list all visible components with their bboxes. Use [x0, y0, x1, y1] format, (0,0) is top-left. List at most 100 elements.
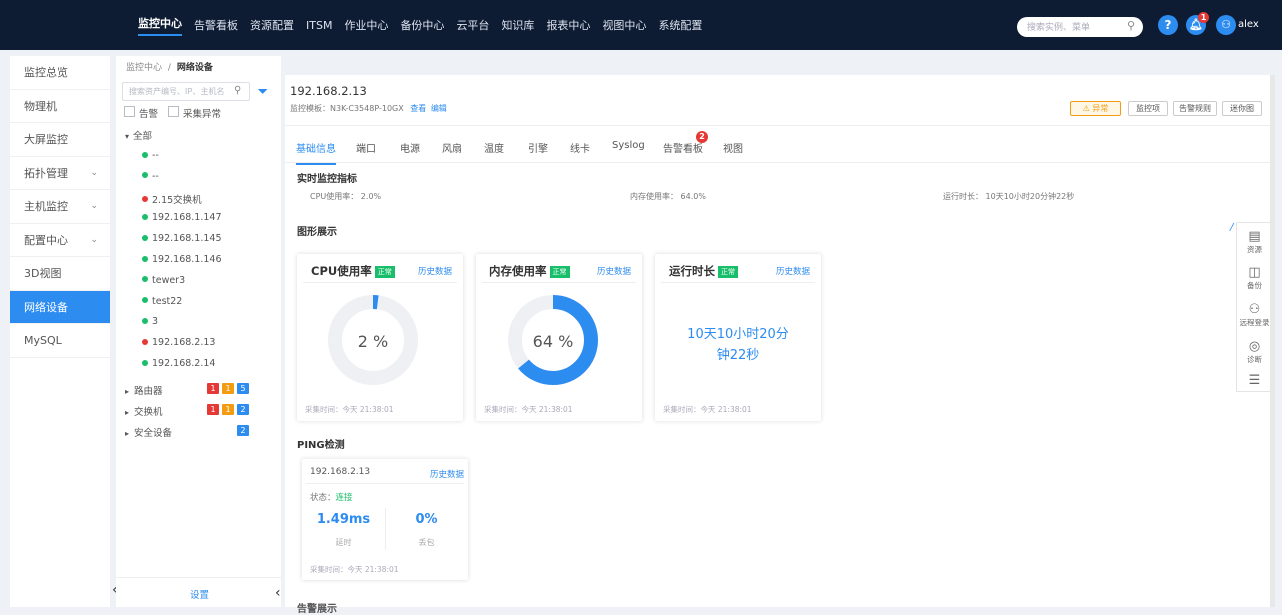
tree-node[interactable]: 192.168.2.14	[142, 358, 215, 369]
tree-group[interactable]: ▸ 安全设备	[125, 425, 172, 439]
menu-item-config[interactable]: 配置中心 ⌄	[10, 224, 110, 257]
backup-tool[interactable]: ◫ 备份	[1237, 265, 1272, 291]
caret-right-icon: ▸	[125, 408, 130, 417]
tree-group-label: 路由器	[134, 386, 163, 397]
collect-error-checkbox[interactable]	[168, 106, 179, 117]
menu-item-topology[interactable]: 拓扑管理 ⌄	[10, 157, 110, 190]
tab-linecard[interactable]: 线卡	[570, 140, 590, 155]
tab-alarm-board[interactable]: 告警看板	[663, 140, 703, 155]
edit-icon[interactable]: /	[1230, 222, 1233, 233]
tree-group[interactable]: ▸ 路由器	[125, 383, 163, 397]
mini-map-button[interactable]: 迷你图	[1222, 101, 1262, 116]
tab-fan[interactable]: 风扇	[442, 140, 462, 155]
alarm-rules-button[interactable]: 告警规则	[1173, 101, 1217, 116]
username[interactable]: alex	[1238, 19, 1259, 30]
status-dot	[142, 338, 148, 345]
tree-node[interactable]: 2.15交换机	[142, 192, 202, 206]
tab-syslog[interactable]: Syslog	[612, 140, 645, 151]
tree-root[interactable]: ▾ 全部	[125, 128, 152, 142]
tab-power[interactable]: 电源	[400, 140, 420, 155]
mem-footer: 采集时间：今天 21:38:01	[484, 405, 573, 414]
tab-view[interactable]: 视图	[723, 140, 743, 155]
resource-tool[interactable]: ▤ 资源	[1237, 229, 1272, 255]
tree-node[interactable]: 192.168.2.13	[142, 337, 215, 348]
breadcrumb-root[interactable]: 监控中心	[126, 63, 162, 73]
tree-node-label: 192.168.2.13	[152, 337, 216, 349]
backup-label: 备份	[1247, 281, 1262, 290]
tab-temperature[interactable]: 温度	[484, 140, 504, 155]
alarm-tab-badge: 2	[696, 131, 708, 143]
realtime-cpu: CPU使用率： 2.0%	[310, 192, 382, 201]
tree-node-label: 192.168.1.147	[152, 212, 222, 224]
menu-item-network[interactable]: 网络设备	[10, 290, 110, 324]
cpu-history-link[interactable]: 历史数据	[418, 265, 452, 277]
status-dot	[142, 234, 148, 241]
menu-label: 物理机	[24, 99, 57, 113]
topnav-knowledge[interactable]: 知识库	[501, 17, 534, 33]
status-dot	[142, 151, 148, 158]
tree-node[interactable]: 192.168.1.147	[142, 212, 222, 223]
user-icon: ⚇	[1248, 302, 1261, 317]
topnav-alarm-board[interactable]: 告警看板	[194, 17, 238, 33]
cpu-value: 2 %	[357, 332, 389, 351]
tree-settings-link[interactable]: 设置	[190, 587, 209, 601]
cpu-card-title: CPU使用率 正常	[311, 263, 395, 279]
filter-icon[interactable]: ⏷	[258, 84, 268, 99]
menu-item-physical[interactable]: 物理机	[10, 90, 110, 123]
collapse-tree-icon[interactable]: ‹	[275, 585, 281, 601]
divider	[303, 282, 457, 283]
tree-search-input[interactable]	[122, 82, 250, 101]
alarm-checkbox[interactable]	[124, 106, 135, 117]
topnav-monitor[interactable]: 监控中心	[138, 15, 182, 36]
scrollbar[interactable]	[1270, 75, 1275, 607]
menu-item-mysql[interactable]: MySQL	[10, 324, 110, 358]
caret-right-icon: ▸	[125, 387, 130, 396]
diagnose-tool[interactable]: ◎ 诊断	[1237, 339, 1272, 365]
abnormal-label: 异常	[1092, 104, 1109, 113]
ping-status: 状态：连接	[310, 491, 353, 503]
tab-port[interactable]: 端口	[356, 140, 376, 155]
topnav-resource[interactable]: 资源配置	[250, 17, 294, 33]
menu-tool[interactable]: ☰	[1237, 373, 1272, 388]
monitor-items-button[interactable]: 监控项	[1128, 101, 1168, 116]
tab-engine[interactable]: 引擎	[528, 140, 548, 155]
topnav-job[interactable]: 作业中心	[344, 17, 388, 33]
abnormal-button[interactable]: ⚠ 异常	[1070, 101, 1121, 116]
mem-history-link[interactable]: 历史数据	[597, 265, 631, 277]
search-icon[interactable]: ⚲	[1124, 19, 1138, 33]
edit-template-link[interactable]: 编辑	[431, 104, 447, 113]
tree-node[interactable]: 192.168.1.146	[142, 254, 222, 265]
topnav-report[interactable]: 报表中心	[546, 17, 590, 33]
status-dot	[142, 213, 148, 220]
template-label: 监控模板：	[290, 104, 330, 113]
ping-history-link[interactable]: 历史数据	[430, 468, 464, 480]
diagnose-label: 诊断	[1247, 355, 1262, 364]
help-icon[interactable]: ?	[1158, 15, 1178, 35]
menu-item-host[interactable]: 主机监控 ⌄	[10, 190, 110, 224]
menu-label: 监控总览	[24, 66, 68, 79]
remote-login-tool[interactable]: ⚇ 远程登录	[1237, 302, 1272, 328]
menu-item-bigscreen[interactable]: 大屏监控	[10, 123, 110, 157]
topnav-cloud[interactable]: 云平台	[456, 17, 489, 33]
menu-item-overview[interactable]: 监控总览	[10, 56, 110, 90]
tree-node[interactable]: --	[142, 171, 159, 182]
tree-node[interactable]: 192.168.1.145	[142, 233, 222, 244]
tree-group[interactable]: ▸ 交换机	[125, 404, 163, 418]
user-avatar-icon[interactable]: ⚇	[1216, 15, 1236, 35]
menu-label: 3D视图	[24, 267, 62, 280]
tree-node[interactable]: tewer3	[142, 275, 185, 286]
resource-label: 资源	[1247, 245, 1262, 254]
template-name: N3K-C3548P-10GX	[330, 104, 404, 113]
uptime-history-link[interactable]: 历史数据	[776, 265, 810, 277]
tree-node[interactable]: 3	[142, 316, 158, 327]
menu-item-3d[interactable]: 3D视图	[10, 257, 110, 291]
topnav-view[interactable]: 视图中心	[602, 17, 646, 33]
status-dot	[142, 359, 148, 366]
search-icon[interactable]: ⚲	[234, 85, 241, 96]
topnav-itsm[interactable]: ITSM	[306, 19, 332, 32]
topnav-backup[interactable]: 备份中心	[400, 17, 444, 33]
tree-node[interactable]: --	[142, 150, 159, 161]
tree-node[interactable]: test22	[142, 296, 182, 307]
topnav-system[interactable]: 系统配置	[658, 17, 702, 33]
view-template-link[interactable]: 查看	[410, 104, 426, 113]
